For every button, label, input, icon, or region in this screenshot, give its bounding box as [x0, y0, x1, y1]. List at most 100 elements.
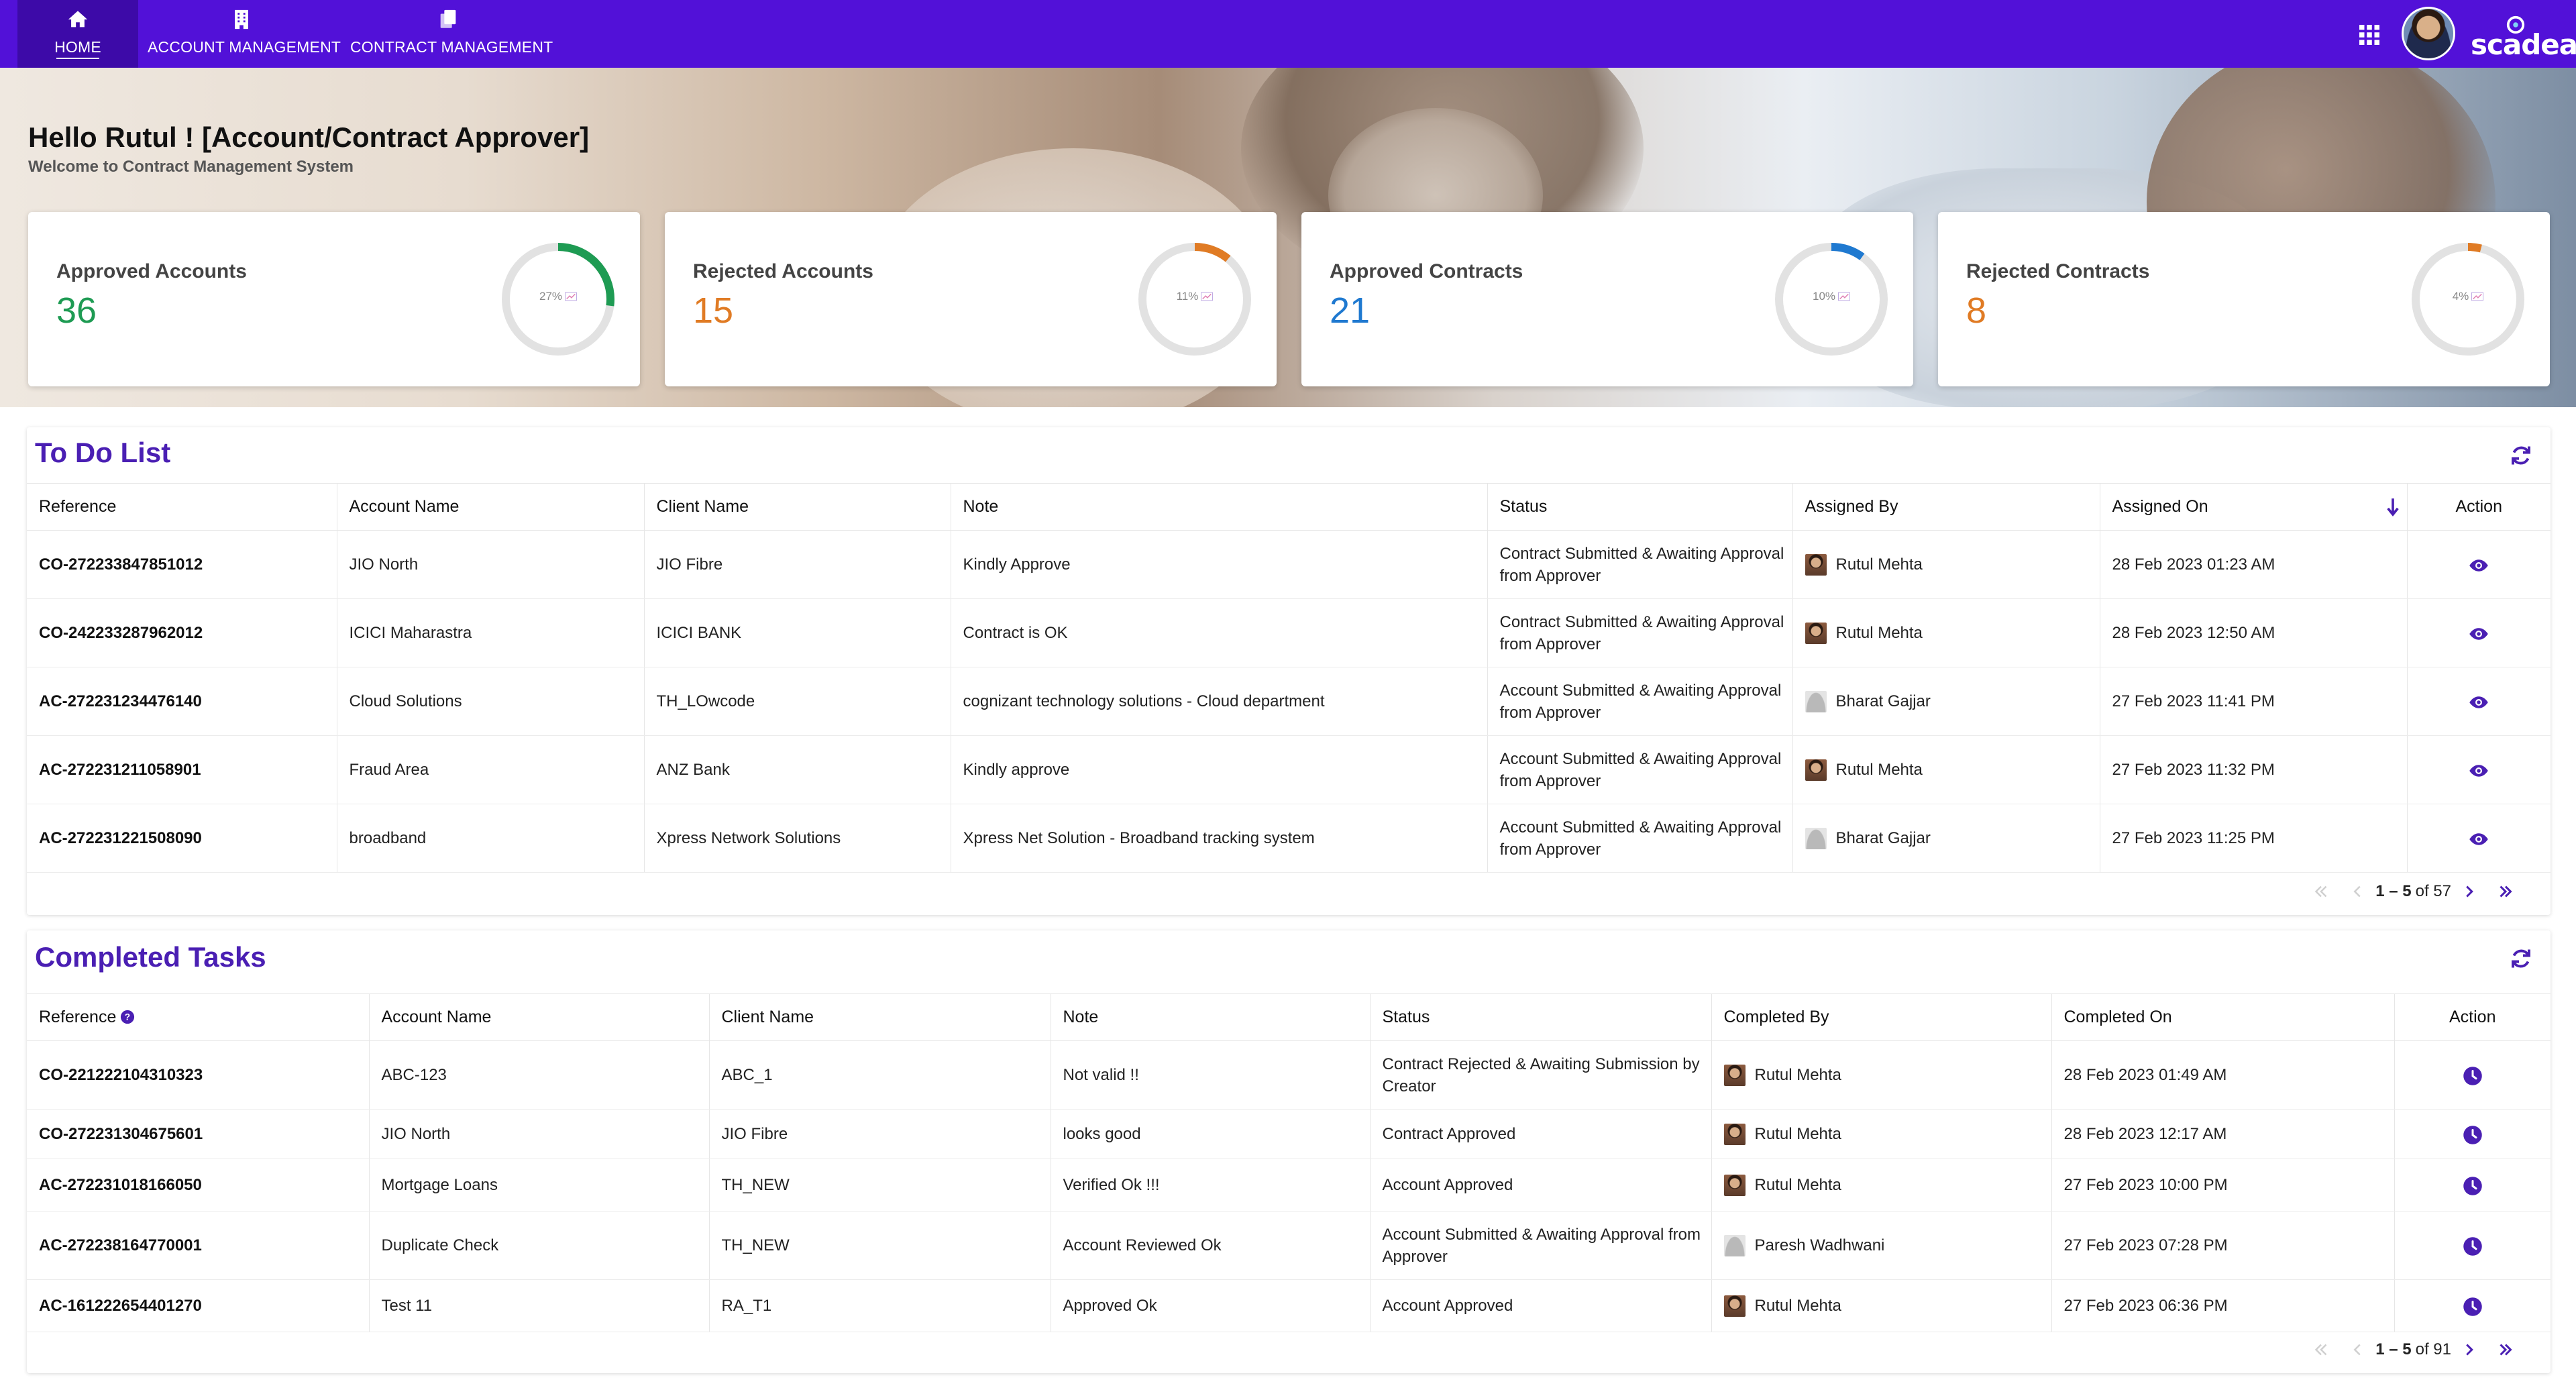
column-header-assigned-on[interactable]: Assigned On	[2100, 483, 2408, 531]
cell-client-name: JIO Fibre	[709, 1109, 1051, 1159]
column-header-client-name[interactable]: Client Name	[644, 483, 951, 531]
column-header-account-name[interactable]: Account Name	[369, 993, 710, 1041]
ring-percent-text: 27%	[539, 290, 563, 303]
stat-card-approved-accounts[interactable]: Approved Accounts 36 27%	[28, 212, 640, 386]
cell-action	[2407, 804, 2551, 873]
first-page-icon[interactable]	[2311, 1340, 2331, 1360]
cell-client-name: Xpress Network Solutions	[644, 804, 951, 873]
app-root: HOME ACCOUNT MANAGEMENT CONTRACT MANAGEM…	[0, 0, 2576, 1400]
svg-text:?: ?	[125, 1012, 130, 1022]
table-row[interactable]: CO-272233847851012 JIO North JIO Fibre Kind…	[27, 530, 2551, 599]
nav-account-management[interactable]: ACCOUNT MANAGEMENT	[148, 0, 341, 68]
table-row[interactable]: CO-242233287962012 ICICI Maharastra ICICI …	[27, 598, 2551, 667]
cell-note: Xpress Net Solution - Broadband tracking…	[951, 804, 1488, 873]
column-header-reference[interactable]: Reference?	[27, 993, 370, 1041]
nav-contract-management-label: CONTRACT MANAGEMENT	[350, 38, 553, 56]
sort-down-arrow-icon[interactable]	[2385, 497, 2400, 517]
column-header-completed-by[interactable]: Completed By	[1711, 993, 2052, 1041]
user-avatar-small	[1805, 553, 1827, 576]
next-page-icon[interactable]	[2459, 1340, 2479, 1360]
stat-card-approved-contracts[interactable]: Approved Contracts 21 10%	[1301, 212, 1913, 386]
help-icon[interactable]: ?	[120, 1010, 135, 1024]
history-clock-icon[interactable]	[2463, 1236, 2483, 1256]
table-row[interactable]: CO-221222104310323 ABC-123 ABC_1 Not valid …	[27, 1040, 2551, 1110]
last-page-icon[interactable]	[2496, 1340, 2516, 1360]
column-header-note[interactable]: Note	[951, 483, 1488, 531]
user-name: Rutul Mehta	[1835, 624, 1923, 642]
cell-reference: CO-242233287962012	[27, 598, 337, 667]
cell-user: Bharat Gajjar	[1792, 804, 2100, 873]
stat-card-rejected-contracts[interactable]: Rejected Contracts 8 4%	[1938, 212, 2550, 386]
cell-account-name: ICICI Maharastra	[337, 598, 645, 667]
pager-range: 1 – 5	[2375, 882, 2412, 900]
column-header-action: Action	[2394, 993, 2551, 1041]
table-row[interactable]: AC-272238164770001 Duplicate Check TH_NEW A…	[27, 1211, 2551, 1280]
top-navbar: HOME ACCOUNT MANAGEMENT CONTRACT MANAGEM…	[0, 0, 2576, 68]
cell-client-name: TH_NEW	[709, 1211, 1051, 1280]
cell-reference: AC-272238164770001	[27, 1211, 370, 1280]
trend-icon	[2471, 292, 2484, 301]
cell-user: Bharat Gajjar	[1792, 667, 2100, 736]
user-avatar-small	[1723, 1123, 1746, 1145]
view-eye-icon[interactable]	[2469, 829, 2489, 849]
user-avatar[interactable]	[2402, 7, 2455, 60]
active-underline	[56, 58, 99, 59]
view-eye-icon[interactable]	[2469, 624, 2489, 644]
column-header-assigned-by[interactable]: Assigned By	[1792, 483, 2100, 531]
cell-client-name: RA_T1	[709, 1279, 1051, 1332]
table-row[interactable]: AC-272231211058901 Fraud Area ANZ Bank Kind…	[27, 735, 2551, 804]
column-header-client-name[interactable]: Client Name	[709, 993, 1051, 1041]
apps-grid-icon[interactable]	[2357, 23, 2381, 47]
view-eye-icon[interactable]	[2469, 555, 2489, 576]
cell-action	[2394, 1211, 2551, 1280]
table-row[interactable]: AC-272231234476140 Cloud Solutions TH_LOwc…	[27, 667, 2551, 736]
column-header-note[interactable]: Note	[1051, 993, 1371, 1041]
table-row[interactable]: AC-272231221508090 broadband Xpress Networ…	[27, 804, 2551, 873]
prev-page-icon[interactable]	[2347, 881, 2367, 902]
table-row[interactable]: CO-272231304675601 JIO North JIO Fibre look…	[27, 1109, 2551, 1159]
prev-page-icon[interactable]	[2347, 1340, 2367, 1360]
cell-user: Rutul Mehta	[1792, 530, 2100, 599]
history-clock-icon[interactable]	[2463, 1176, 2483, 1196]
column-header-reference[interactable]: Reference	[27, 483, 337, 531]
ring-percent: 4%	[2430, 290, 2506, 303]
user-avatar-small	[1805, 759, 1827, 781]
cell-user: Rutul Mehta	[1711, 1109, 2052, 1159]
view-eye-icon[interactable]	[2469, 761, 2489, 781]
view-eye-icon[interactable]	[2469, 692, 2489, 712]
nav-contract-management[interactable]: CONTRACT MANAGEMENT	[350, 0, 553, 68]
history-clock-icon[interactable]	[2463, 1297, 2483, 1317]
user-chip: Rutul Mehta	[1805, 622, 2100, 644]
stat-card-rejected-accounts[interactable]: Rejected Accounts 15 11%	[665, 212, 1277, 386]
refresh-icon[interactable]	[2509, 947, 2533, 971]
next-page-icon[interactable]	[2459, 881, 2479, 902]
user-chip: Bharat Gajjar	[1805, 690, 2100, 712]
history-clock-icon[interactable]	[2463, 1125, 2483, 1145]
column-header-status[interactable]: Status	[1487, 483, 1793, 531]
first-page-icon[interactable]	[2311, 881, 2331, 902]
user-avatar-small	[1723, 1295, 1746, 1317]
cell-date: 27 Feb 2023 06:36 PM	[2051, 1279, 2395, 1332]
user-avatar-small	[1723, 1064, 1746, 1086]
cell-date: 27 Feb 2023 11:41 PM	[2100, 667, 2408, 736]
building-icon	[235, 9, 248, 30]
nav-home[interactable]: HOME	[17, 0, 138, 68]
todo-table-body: CO-272233847851012 JIO North JIO Fibre Kind…	[27, 530, 2551, 873]
cell-user: Rutul Mehta	[1792, 598, 2100, 667]
history-clock-icon[interactable]	[2463, 1066, 2483, 1086]
cell-reference: CO-272231304675601	[27, 1109, 370, 1159]
column-header-completed-on[interactable]: Completed On	[2051, 993, 2395, 1041]
completed-panel: Completed Tasks Reference? Account Name …	[27, 930, 2551, 1373]
column-header-account-name[interactable]: Account Name	[337, 483, 645, 531]
refresh-icon[interactable]	[2509, 443, 2533, 468]
cell-status: Contract Submitted & Awaiting Approval f…	[1487, 530, 1793, 599]
cell-date: 27 Feb 2023 11:32 PM	[2100, 735, 2408, 804]
cell-date: 28 Feb 2023 12:17 AM	[2051, 1109, 2395, 1159]
column-header-status[interactable]: Status	[1370, 993, 1712, 1041]
greeting-title: Hello Rutul ! [Account/Contract Approver…	[28, 121, 590, 153]
table-row[interactable]: AC-272231018166050 Mortgage Loans TH_NEW Ve…	[27, 1159, 2551, 1211]
cell-note: Contract is OK	[951, 598, 1488, 667]
last-page-icon[interactable]	[2496, 881, 2516, 902]
table-row[interactable]: AC-161222654401270 Test 11 RA_T1 Approved O…	[27, 1279, 2551, 1332]
cell-reference: CO-221222104310323	[27, 1040, 370, 1110]
